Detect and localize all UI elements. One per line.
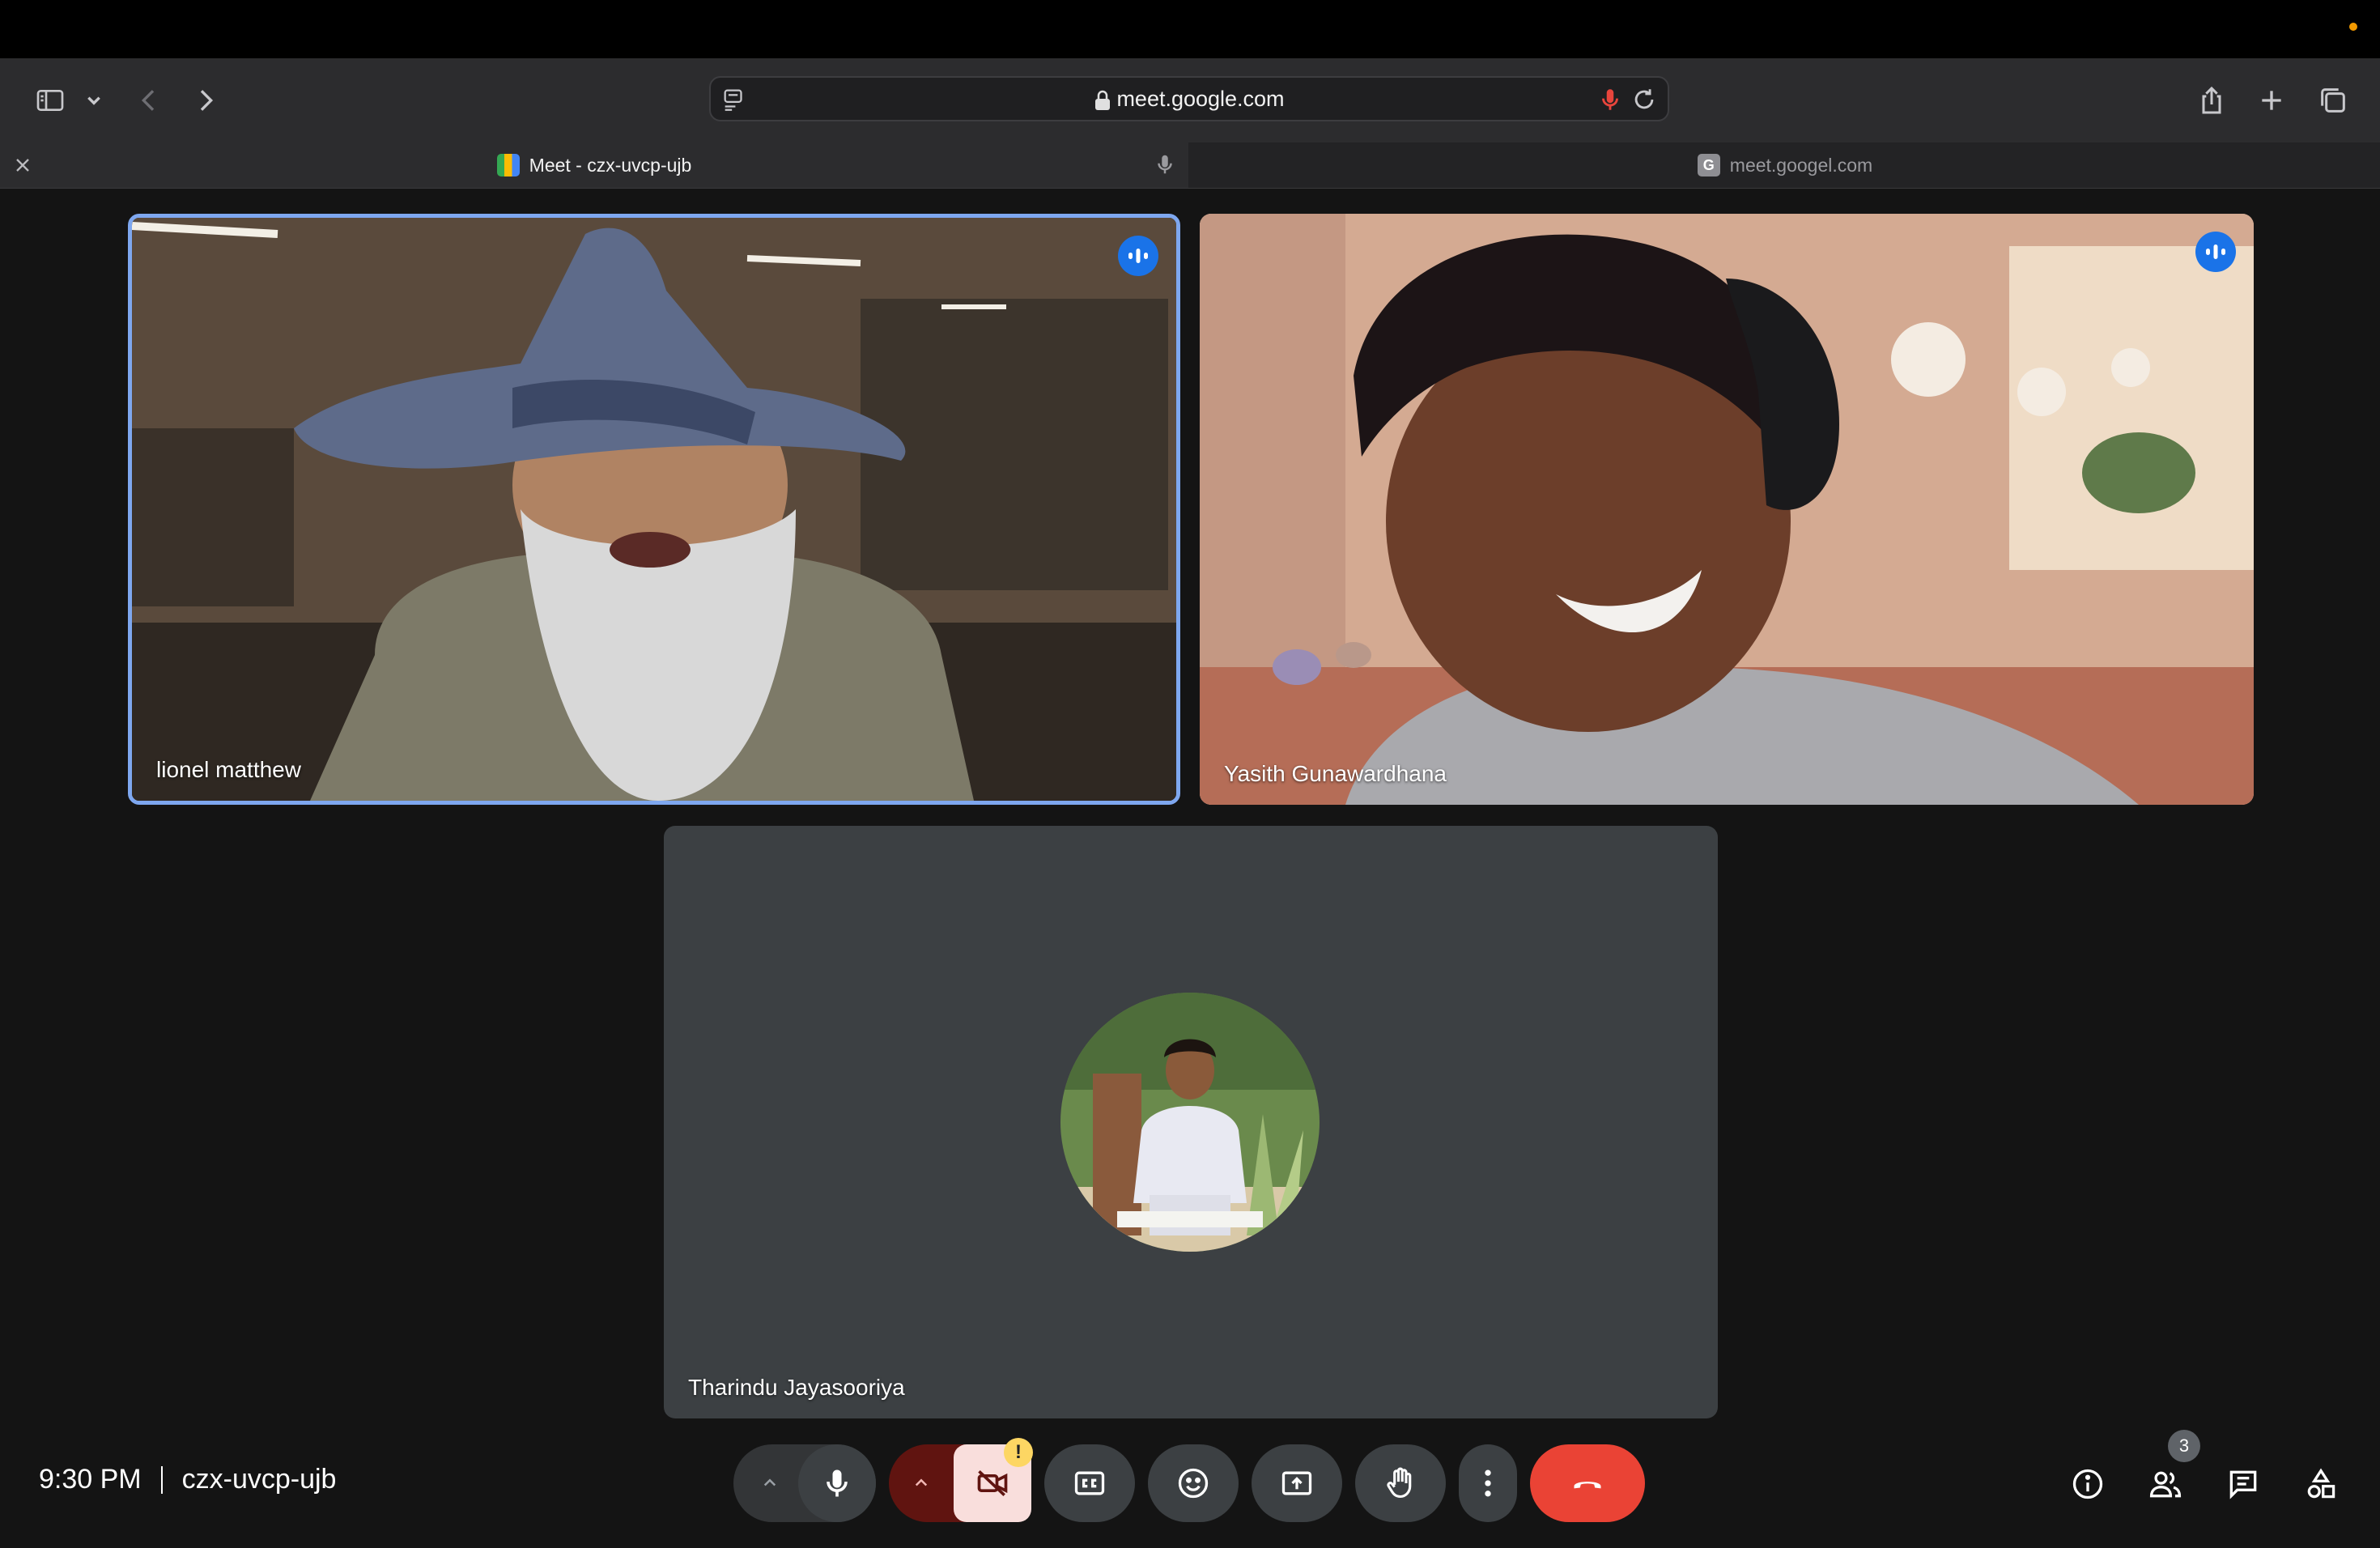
warning-icon: ! (1004, 1438, 1033, 1467)
forward-arrow-icon[interactable] (185, 79, 227, 121)
tab-overview-icon[interactable] (2312, 79, 2354, 121)
captions-button[interactable] (1044, 1444, 1135, 1522)
video-feed (1200, 214, 2254, 805)
participant-count-badge: 3 (2168, 1430, 2200, 1462)
speaking-indicator-icon (1118, 236, 1158, 276)
microphone-in-use-icon[interactable] (1596, 86, 1624, 113)
tab-meet[interactable]: Meet - czx-uvcp-ujb (0, 142, 1188, 188)
present-screen-button[interactable] (1252, 1444, 1342, 1522)
video-options-button[interactable] (889, 1444, 954, 1522)
tab-meet-googel[interactable]: G meet.googel.com (1190, 142, 2380, 188)
avatar (1060, 993, 1320, 1252)
new-tab-plus-icon[interactable] (2250, 79, 2293, 121)
speaking-indicator-icon (2195, 232, 2236, 272)
back-arrow-icon[interactable] (128, 79, 170, 121)
info-icon (2072, 1469, 2103, 1499)
people-button[interactable] (2145, 1464, 2186, 1504)
tab-microphone-icon[interactable] (1153, 152, 1177, 176)
g-letter-icon: G (1697, 154, 1720, 176)
chevron-down-icon[interactable] (74, 79, 113, 121)
microphone-button[interactable] (798, 1444, 876, 1522)
participant-name: lionel matthew (156, 757, 301, 782)
chat-button[interactable] (2223, 1464, 2263, 1504)
meeting-info-button[interactable] (2068, 1464, 2108, 1504)
participant-name: Tharindu Jayasooriya (688, 1375, 905, 1400)
google-meet-icon (496, 154, 520, 176)
participant-name: Yasith Gunawardhana (1224, 761, 1447, 786)
meeting-code: czx-uvcp-ujb (181, 1464, 337, 1495)
participant-tile-yasith[interactable]: Yasith Gunawardhana (1200, 214, 2254, 805)
camera-off-icon (977, 1469, 1008, 1497)
leave-call-button[interactable] (1530, 1444, 1645, 1522)
tab-bar: Meet - czx-uvcp-ujb G meet.googel.com (0, 142, 2380, 189)
activities-shapes-icon (2307, 1468, 2335, 1499)
emoji-icon (1178, 1468, 1209, 1499)
closed-captions-icon (1074, 1471, 1105, 1495)
reactions-button[interactable] (1148, 1444, 1239, 1522)
audio-options-button[interactable] (733, 1444, 806, 1522)
reload-icon[interactable] (1630, 86, 1658, 113)
participant-tile-lionel[interactable]: lionel matthew (128, 214, 1180, 805)
lock-icon (1095, 90, 1111, 110)
chevron-up-icon (763, 1478, 776, 1486)
browser-toolbar: meet.google.com (0, 58, 2380, 142)
raise-hand-button[interactable] (1355, 1444, 1446, 1522)
activities-button[interactable] (2301, 1464, 2341, 1504)
meeting-details: 9:30 PM czx-uvcp-ujb (39, 1464, 336, 1495)
participant-tile-tharindu[interactable]: Tharindu Jayasooriya (664, 826, 1718, 1418)
divider (160, 1465, 163, 1494)
address-bar[interactable]: meet.google.com (709, 76, 1669, 121)
chat-icon (2229, 1470, 2257, 1499)
people-icon (2149, 1471, 2182, 1498)
tab-label: meet.googel.com (1729, 154, 1873, 176)
recording-indicator-dot (2349, 23, 2357, 31)
system-menu-bar (0, 0, 2380, 58)
virtual-background-lab-image (132, 218, 1176, 801)
tab-label: Meet - czx-uvcp-ujb (529, 154, 692, 176)
present-screen-icon (1281, 1471, 1312, 1495)
virtual-background-cafe-image (1200, 214, 2254, 805)
sidebar-toggle-icon[interactable] (29, 79, 71, 121)
chevron-up-icon (915, 1478, 928, 1486)
video-feed (132, 218, 1176, 801)
url-text: meet.google.com (711, 78, 1668, 120)
more-options-button[interactable] (1459, 1444, 1517, 1522)
raise-hand-icon (1387, 1467, 1412, 1499)
share-icon[interactable] (2191, 79, 2233, 121)
current-time: 9:30 PM (39, 1464, 142, 1495)
microphone-icon (827, 1469, 848, 1497)
close-tab-icon[interactable] (11, 154, 34, 176)
more-vertical-icon (1485, 1469, 1491, 1497)
end-call-icon (1574, 1482, 1601, 1489)
